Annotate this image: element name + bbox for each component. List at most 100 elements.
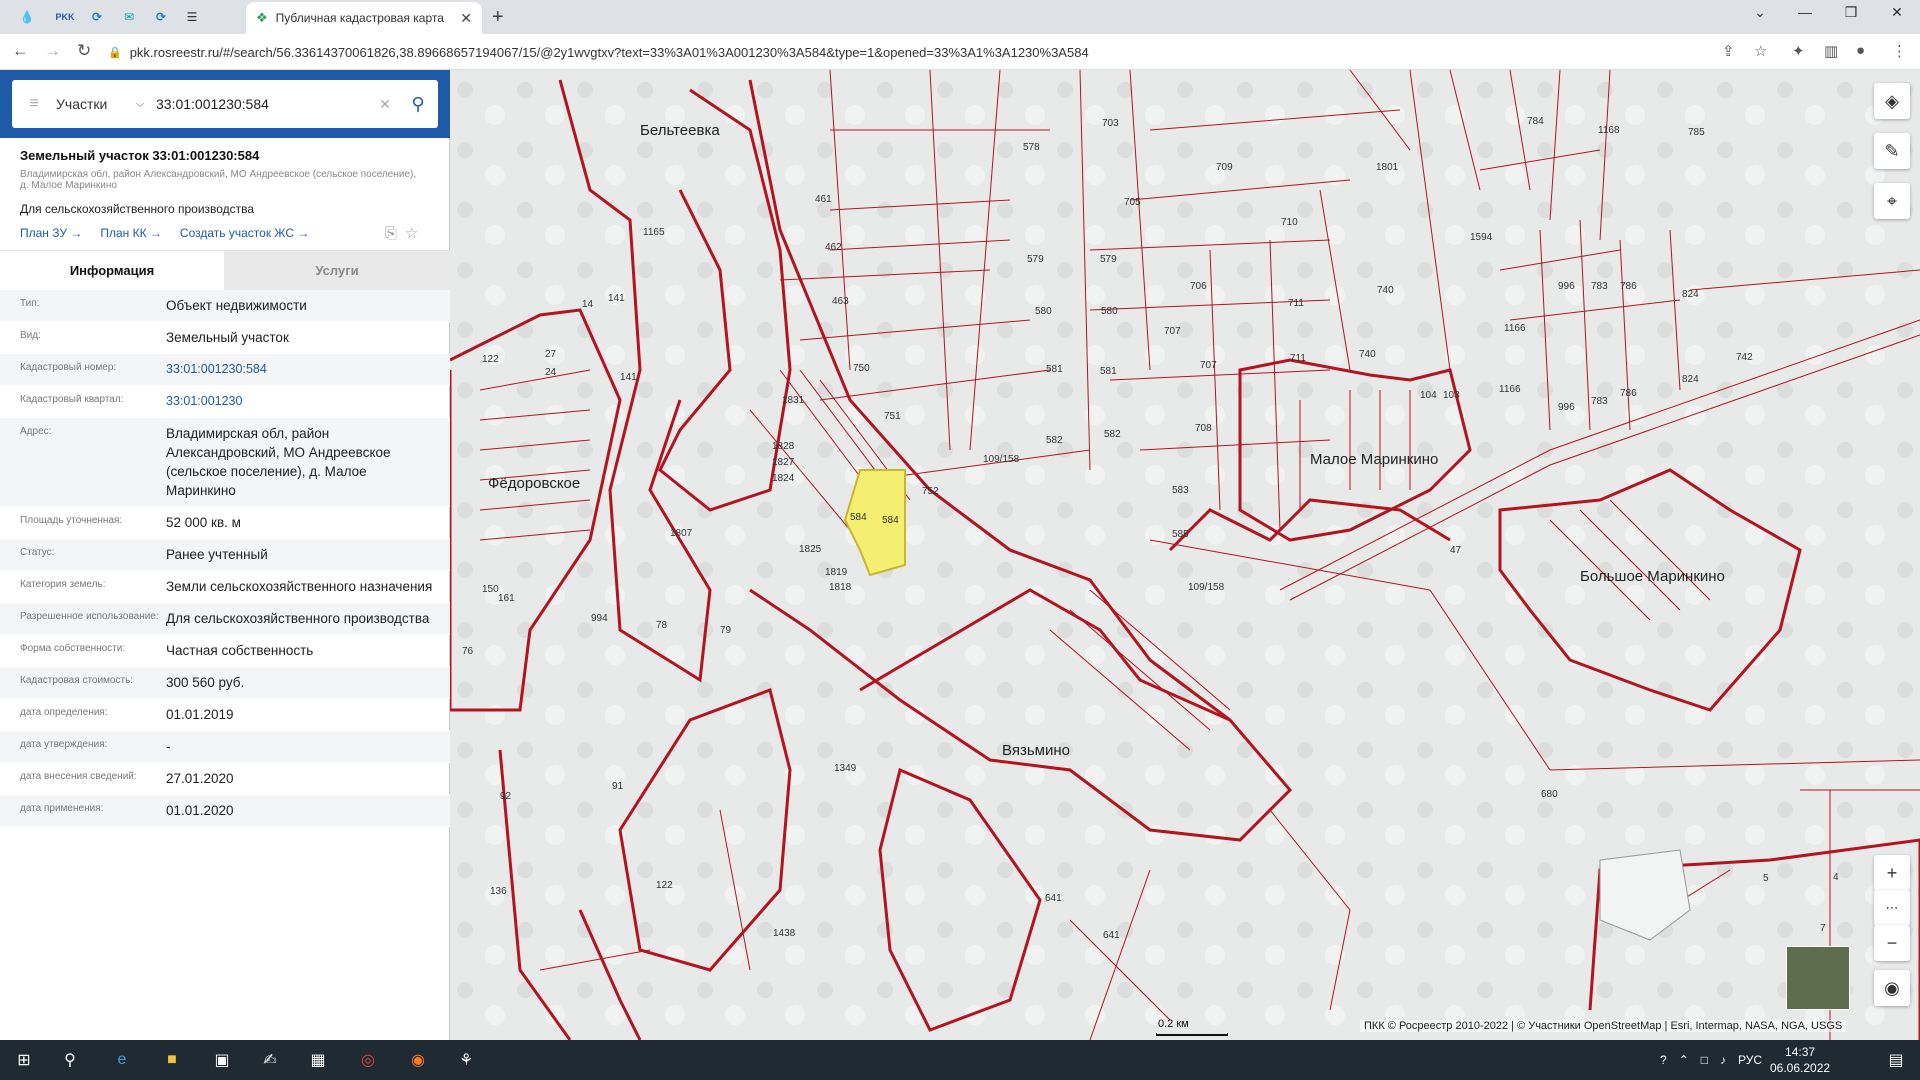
parcel-label: 150 xyxy=(482,584,499,595)
rkk-icon[interactable]: PKK xyxy=(54,6,76,28)
new-tab-icon[interactable]: + xyxy=(492,6,504,29)
panel-tabs: Информация Услуги xyxy=(0,250,450,290)
parcel-label: 579 xyxy=(1100,254,1117,265)
clock-date: 06.06.2022 xyxy=(1770,1061,1831,1075)
cadastral-number-link[interactable]: 33:01:001230:584 xyxy=(166,360,436,379)
forward-icon[interactable]: → xyxy=(44,41,61,61)
profile-icon[interactable]: ● xyxy=(1856,42,1865,59)
cadastral-map[interactable]: Бельтеевка Фёдоровское Малое Маринкино Б… xyxy=(450,70,1920,1040)
tab-search-chevron-icon[interactable]: ⌄ xyxy=(1745,4,1775,21)
water-icon[interactable]: 💧 xyxy=(16,6,38,28)
row-label: Площадь уточненная: xyxy=(20,515,123,526)
parcel-label: 581 xyxy=(1100,366,1117,377)
parcel-label: 161 xyxy=(498,593,515,604)
browser-menu-icon[interactable]: ⋮ xyxy=(1892,42,1907,60)
help-icon[interactable]: ? xyxy=(1660,1053,1667,1067)
parcel-label: 1168 xyxy=(1598,125,1620,136)
layers-icon[interactable]: ◈ xyxy=(1874,83,1910,119)
paint-icon[interactable]: ⚘ xyxy=(454,1048,478,1072)
firefox-icon[interactable]: ◉ xyxy=(406,1048,430,1072)
row-label: дата внесения сведений: xyxy=(20,771,137,782)
reload-icon[interactable]: ↻ xyxy=(77,41,91,61)
parcel-label: 1807 xyxy=(670,528,693,539)
parcel-label: 582 xyxy=(1104,429,1121,440)
place-label: Большое Маринкино xyxy=(1580,568,1725,585)
parcel-label: 4 xyxy=(1833,872,1839,883)
clock[interactable]: 14:37 06.06.2022 xyxy=(1770,1044,1830,1076)
table-row: Категория земель: Земли сельскохозяйствен… xyxy=(0,571,450,603)
edge-icon[interactable]: e xyxy=(110,1048,134,1072)
tab-information[interactable]: Информация xyxy=(0,251,224,290)
file-explorer-icon[interactable]: ■ xyxy=(160,1048,184,1072)
ruler-icon[interactable]: ✎ xyxy=(1874,133,1910,169)
row-value: Для сельскохозяйственного производства xyxy=(166,611,430,626)
table-row: Тип: Объект недвижимости xyxy=(0,290,450,322)
parcel-label: 462 xyxy=(825,242,842,253)
preview-icon[interactable]: ⎘ xyxy=(385,225,405,242)
windows-start-icon[interactable]: ⊞ xyxy=(12,1048,36,1072)
more-options-icon[interactable]: ⋯ xyxy=(1874,890,1910,926)
close-tab-icon[interactable]: ✕ xyxy=(460,10,472,27)
calculator-icon[interactable]: ▦ xyxy=(306,1048,330,1072)
parcel-label: 1819 xyxy=(825,567,848,578)
volume-icon[interactable]: ♪ xyxy=(1720,1053,1726,1067)
list-icon[interactable]: ☰ xyxy=(181,6,203,28)
row-label: дата применения: xyxy=(20,803,104,814)
bookmark-star-icon[interactable]: ☆ xyxy=(1754,42,1767,60)
minimize-icon[interactable]: — xyxy=(1790,4,1820,20)
hamburger-menu-icon[interactable]: ≡ xyxy=(12,95,56,113)
favorite-star-icon[interactable]: ☆ xyxy=(405,225,426,242)
network-icon[interactable]: □ xyxy=(1701,1053,1708,1067)
back-icon[interactable]: ← xyxy=(12,41,29,61)
parcel-label: 1166 xyxy=(1504,323,1526,334)
zoom-in-icon[interactable]: + xyxy=(1874,855,1910,891)
table-row: Кадастровый номер: 33:01:001230:584 xyxy=(0,354,450,386)
chrome-icon[interactable]: ◎ xyxy=(356,1048,380,1072)
extensions-icon[interactable]: ✦ xyxy=(1792,42,1805,60)
language-indicator[interactable]: РУС xyxy=(1738,1053,1762,1067)
link-plan-zu[interactable]: План ЗУ → xyxy=(20,226,82,240)
notification-icon[interactable]: ▤ xyxy=(1884,1048,1908,1072)
minimap-thumbnail[interactable] xyxy=(1786,946,1850,1010)
mail-icon[interactable]: ✉ xyxy=(118,6,140,28)
parcel-label: 784 xyxy=(1527,116,1544,127)
compass-icon[interactable]: ◉ xyxy=(1874,970,1910,1006)
tab-services[interactable]: Услуги xyxy=(224,251,450,290)
app-icon[interactable]: ▣ xyxy=(210,1048,234,1072)
zoom-out-icon[interactable]: − xyxy=(1874,925,1910,961)
parcel-label: 5 xyxy=(1763,873,1769,884)
cadastral-quarter-link[interactable]: 33:01:001230 xyxy=(166,392,436,411)
notepad-icon[interactable]: ✍ xyxy=(258,1048,282,1072)
parcel-label: 1827 xyxy=(772,457,795,468)
cloud-icon[interactable]: ⟳ xyxy=(150,6,172,28)
table-row: Площадь уточненная: 52 000 кв. м xyxy=(0,507,450,539)
side-panel-icon[interactable]: ▥ xyxy=(1824,42,1838,60)
link-plan-kk[interactable]: План КК → xyxy=(100,226,162,240)
search-input[interactable] xyxy=(156,96,372,112)
search-mode-select[interactable]: Участки xyxy=(56,96,136,112)
parcel-label: 122 xyxy=(482,354,499,365)
restore-icon[interactable]: ❐ xyxy=(1836,4,1866,21)
parcel-label: 641 xyxy=(1045,893,1062,904)
parcel-links: План ЗУ → План КК → Создать участок ЖС → xyxy=(20,226,309,240)
share-icon[interactable]: ⇪ xyxy=(1722,42,1735,60)
lock-icon[interactable]: 🔒 xyxy=(108,46,122,59)
clear-search-icon[interactable]: ✕ xyxy=(372,96,398,113)
locate-icon[interactable]: ⌖ xyxy=(1874,183,1910,219)
address-bar: ← → ↻ 🔒 pkk.rosreestr.ru/#/search/56.336… xyxy=(0,34,1920,70)
parcel-label: 141 xyxy=(620,372,637,383)
rosreestr-favicon-icon: ❖ xyxy=(256,10,268,25)
url-field[interactable]: 🔒 pkk.rosreestr.ru/#/search/56.336143700… xyxy=(108,39,1708,65)
search-icon[interactable]: ⚲ xyxy=(58,1048,82,1072)
search-icon[interactable]: ⚲ xyxy=(398,94,438,115)
tray-chevron-icon[interactable]: ⌃ xyxy=(1679,1053,1689,1067)
tab-title: Публичная кадастровая карта xyxy=(275,11,444,25)
active-tab[interactable]: ❖ Публичная кадастровая карта ✕ xyxy=(246,2,482,34)
link-create-parcel[interactable]: Создать участок ЖС → xyxy=(180,226,309,240)
sync-icon[interactable]: ⟳ xyxy=(86,6,108,28)
close-window-icon[interactable]: ✕ xyxy=(1882,4,1912,21)
chevron-down-icon[interactable]: ⌵ xyxy=(136,98,156,111)
panel-tools: ⎘☆ xyxy=(385,224,426,242)
row-label: Вид: xyxy=(20,330,41,341)
row-label: Кадастровый квартал: xyxy=(20,394,124,405)
